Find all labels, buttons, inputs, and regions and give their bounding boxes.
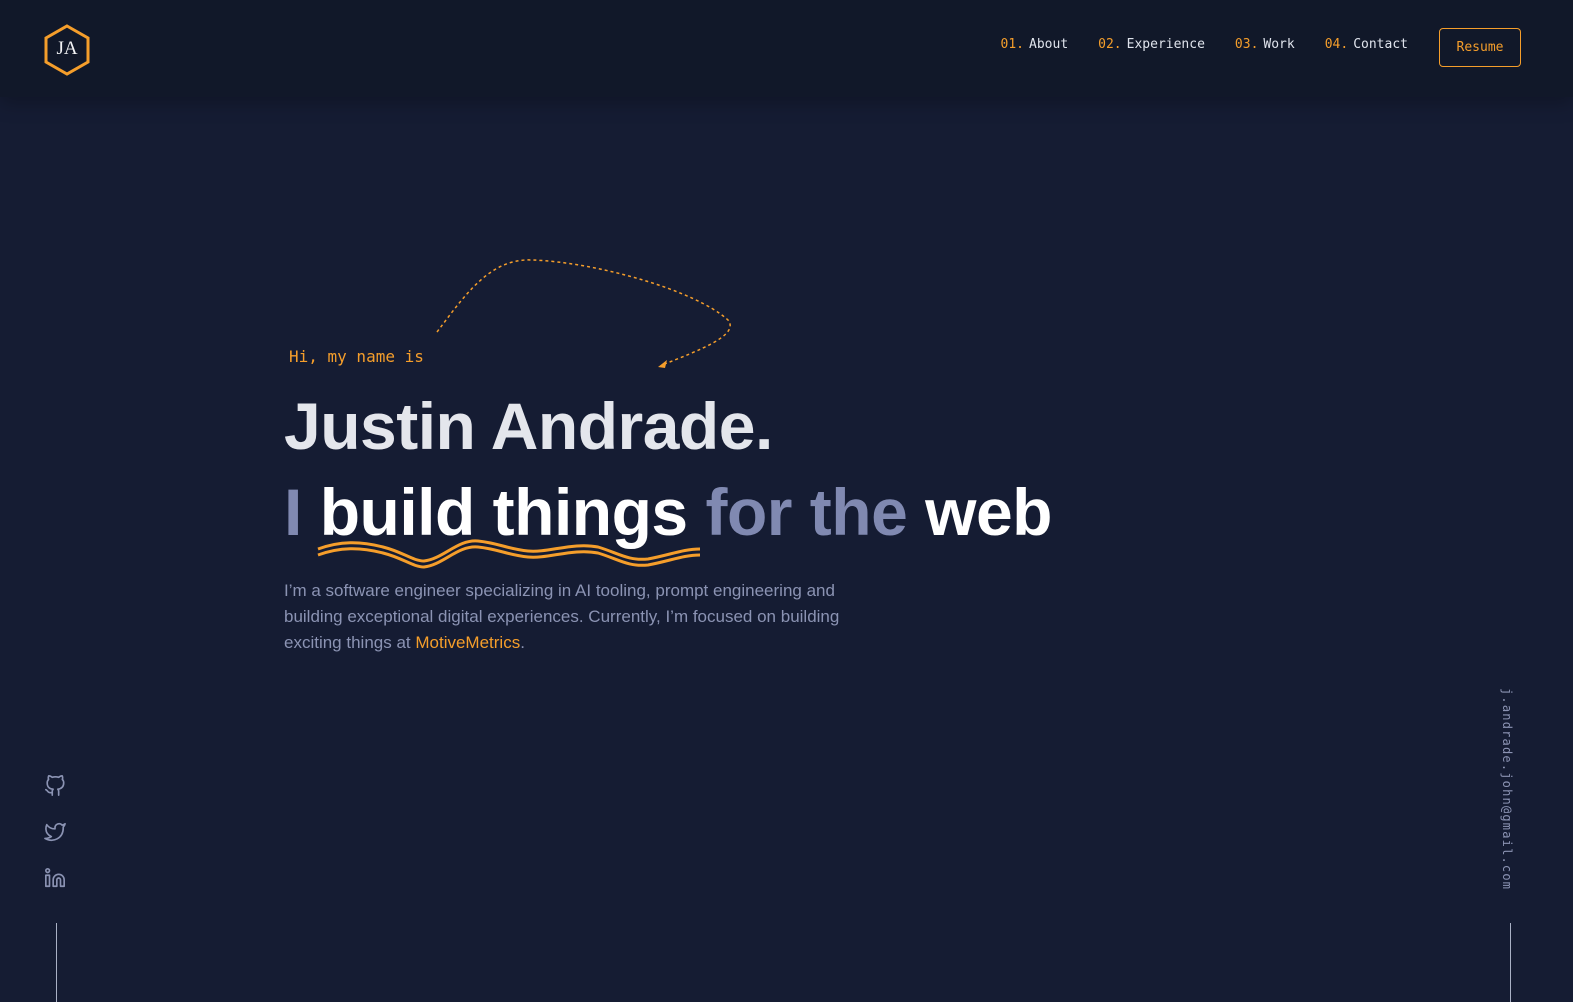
hero-description-end: . [520, 633, 525, 652]
site-header: JA 01. About 02. Experience 03. Work 04.… [0, 0, 1573, 97]
squiggle-underline-icon [317, 539, 701, 569]
nav-item-number: 03. [1234, 37, 1259, 52]
hero-name: Justin Andrade. [284, 389, 773, 463]
company-link[interactable]: MotiveMetrics [415, 633, 520, 652]
left-vertical-line [56, 923, 57, 1002]
nav-item-about[interactable]: 01. About [1001, 37, 1069, 52]
nav-item-experience[interactable]: 02. Experience [1098, 37, 1205, 52]
social-links [44, 775, 68, 913]
nav-item-contact[interactable]: 04. Contact [1325, 37, 1408, 52]
nav-item-number: 04. [1324, 37, 1349, 52]
hero-greeting: Hi, my name is [289, 347, 424, 366]
page: JA 01. About 02. Experience 03. Work 04.… [0, 0, 1573, 1002]
logo-initials: JA [56, 38, 78, 59]
nav-item-label: Contact [1353, 37, 1408, 52]
tagline-part-for-the: for the [705, 475, 908, 549]
hero-description: I’m a software engineer specializing in … [284, 578, 844, 656]
twitter-icon[interactable] [44, 821, 68, 845]
email-link[interactable]: j.andrade.john@gmail.com [1500, 688, 1514, 890]
nav-item-label: Work [1263, 37, 1295, 52]
tagline-part-i: I [284, 475, 302, 549]
linkedin-icon[interactable] [44, 867, 68, 891]
nav-item-work[interactable]: 03. Work [1235, 37, 1295, 52]
curved-arrow-icon [436, 259, 731, 368]
right-vertical-line [1510, 923, 1511, 1002]
nav-item-number: 02. [1098, 37, 1122, 52]
nav-item-number: 01. [1000, 37, 1025, 52]
nav-item-label: Experience [1126, 37, 1205, 52]
tagline-part-web: web [925, 475, 1052, 549]
nav-item-label: About [1029, 37, 1069, 52]
hero-description-text: I’m a software engineer specializing in … [284, 581, 840, 652]
github-icon[interactable] [44, 775, 68, 799]
main-nav: 01. About 02. Experience 03. Work 04. Co… [1001, 37, 1408, 52]
logo[interactable]: JA [44, 24, 90, 76]
resume-button[interactable]: Resume [1439, 28, 1521, 67]
